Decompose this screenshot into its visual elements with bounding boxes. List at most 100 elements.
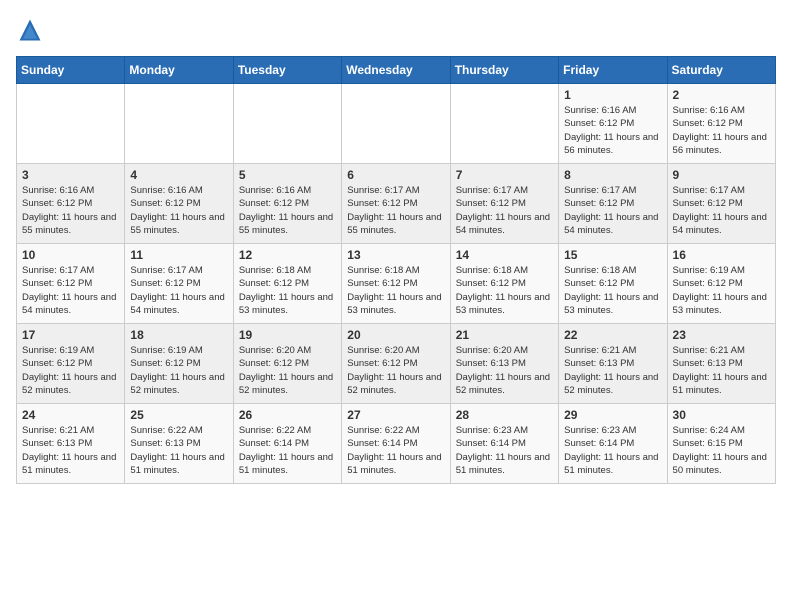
day-info: Sunrise: 6:22 AM Sunset: 6:13 PM Dayligh… xyxy=(130,424,227,477)
day-info: Sunrise: 6:18 AM Sunset: 6:12 PM Dayligh… xyxy=(456,264,553,317)
day-number: 20 xyxy=(347,328,444,342)
day-info: Sunrise: 6:22 AM Sunset: 6:14 PM Dayligh… xyxy=(347,424,444,477)
day-info: Sunrise: 6:19 AM Sunset: 6:12 PM Dayligh… xyxy=(130,344,227,397)
day-number: 30 xyxy=(673,408,770,422)
calendar-cell: 19 Sunrise: 6:20 AM Sunset: 6:12 PM Dayli… xyxy=(233,324,341,404)
day-info: Sunrise: 6:17 AM Sunset: 6:12 PM Dayligh… xyxy=(347,184,444,237)
calendar-cell: 12 Sunrise: 6:18 AM Sunset: 6:12 PM Dayli… xyxy=(233,244,341,324)
day-number: 17 xyxy=(22,328,119,342)
day-info: Sunrise: 6:21 AM Sunset: 6:13 PM Dayligh… xyxy=(22,424,119,477)
calendar-cell xyxy=(233,84,341,164)
day-info: Sunrise: 6:18 AM Sunset: 6:12 PM Dayligh… xyxy=(347,264,444,317)
calendar-cell xyxy=(450,84,558,164)
day-number: 28 xyxy=(456,408,553,422)
day-number: 2 xyxy=(673,88,770,102)
day-info: Sunrise: 6:17 AM Sunset: 6:12 PM Dayligh… xyxy=(130,264,227,317)
weekday-header: Sunday xyxy=(17,57,125,84)
day-info: Sunrise: 6:23 AM Sunset: 6:14 PM Dayligh… xyxy=(456,424,553,477)
calendar-cell: 21 Sunrise: 6:20 AM Sunset: 6:13 PM Dayli… xyxy=(450,324,558,404)
day-info: Sunrise: 6:22 AM Sunset: 6:14 PM Dayligh… xyxy=(239,424,336,477)
day-number: 7 xyxy=(456,168,553,182)
logo-icon xyxy=(16,16,44,44)
calendar-cell: 4 Sunrise: 6:16 AM Sunset: 6:12 PM Daylig… xyxy=(125,164,233,244)
day-number: 18 xyxy=(130,328,227,342)
day-info: Sunrise: 6:23 AM Sunset: 6:14 PM Dayligh… xyxy=(564,424,661,477)
calendar-cell: 24 Sunrise: 6:21 AM Sunset: 6:13 PM Dayli… xyxy=(17,404,125,484)
calendar-table: SundayMondayTuesdayWednesdayThursdayFrid… xyxy=(16,56,776,484)
calendar-cell xyxy=(125,84,233,164)
day-number: 8 xyxy=(564,168,661,182)
day-info: Sunrise: 6:17 AM Sunset: 6:12 PM Dayligh… xyxy=(22,264,119,317)
day-info: Sunrise: 6:20 AM Sunset: 6:13 PM Dayligh… xyxy=(456,344,553,397)
calendar-cell: 17 Sunrise: 6:19 AM Sunset: 6:12 PM Dayli… xyxy=(17,324,125,404)
calendar-cell: 18 Sunrise: 6:19 AM Sunset: 6:12 PM Dayli… xyxy=(125,324,233,404)
calendar-cell: 27 Sunrise: 6:22 AM Sunset: 6:14 PM Dayli… xyxy=(342,404,450,484)
day-number: 16 xyxy=(673,248,770,262)
day-number: 14 xyxy=(456,248,553,262)
calendar-week-row: 17 Sunrise: 6:19 AM Sunset: 6:12 PM Dayli… xyxy=(17,324,776,404)
day-info: Sunrise: 6:20 AM Sunset: 6:12 PM Dayligh… xyxy=(239,344,336,397)
calendar-cell: 2Sunrise: 6:16 AM Sunset: 6:12 PM Daylig… xyxy=(667,84,775,164)
day-number: 9 xyxy=(673,168,770,182)
calendar-cell: 13Sunrise: 6:18 AM Sunset: 6:12 PM Dayli… xyxy=(342,244,450,324)
day-info: Sunrise: 6:19 AM Sunset: 6:12 PM Dayligh… xyxy=(673,264,770,317)
day-number: 21 xyxy=(456,328,553,342)
day-number: 15 xyxy=(564,248,661,262)
day-info: Sunrise: 6:19 AM Sunset: 6:12 PM Dayligh… xyxy=(22,344,119,397)
calendar-cell: 26 Sunrise: 6:22 AM Sunset: 6:14 PM Dayli… xyxy=(233,404,341,484)
logo xyxy=(16,16,48,44)
day-info: Sunrise: 6:18 AM Sunset: 6:12 PM Dayligh… xyxy=(564,264,661,317)
calendar-cell: 25 Sunrise: 6:22 AM Sunset: 6:13 PM Dayli… xyxy=(125,404,233,484)
calendar-week-row: 10 Sunrise: 6:17 AM Sunset: 6:12 PM Dayli… xyxy=(17,244,776,324)
day-number: 24 xyxy=(22,408,119,422)
weekday-header: Thursday xyxy=(450,57,558,84)
day-number: 3 xyxy=(22,168,119,182)
day-number: 22 xyxy=(564,328,661,342)
day-info: Sunrise: 6:17 AM Sunset: 6:12 PM Dayligh… xyxy=(564,184,661,237)
weekday-header: Friday xyxy=(559,57,667,84)
day-info: Sunrise: 6:17 AM Sunset: 6:12 PM Dayligh… xyxy=(456,184,553,237)
day-info: Sunrise: 6:18 AM Sunset: 6:12 PM Dayligh… xyxy=(239,264,336,317)
day-number: 4 xyxy=(130,168,227,182)
calendar-header: SundayMondayTuesdayWednesdayThursdayFrid… xyxy=(17,57,776,84)
day-number: 26 xyxy=(239,408,336,422)
calendar-cell: 8 Sunrise: 6:17 AM Sunset: 6:12 PM Daylig… xyxy=(559,164,667,244)
day-info: Sunrise: 6:21 AM Sunset: 6:13 PM Dayligh… xyxy=(564,344,661,397)
calendar-cell: 15 Sunrise: 6:18 AM Sunset: 6:12 PM Dayli… xyxy=(559,244,667,324)
calendar-cell: 14 Sunrise: 6:18 AM Sunset: 6:12 PM Dayli… xyxy=(450,244,558,324)
day-info: Sunrise: 6:21 AM Sunset: 6:13 PM Dayligh… xyxy=(673,344,770,397)
day-info: Sunrise: 6:20 AM Sunset: 6:12 PM Dayligh… xyxy=(347,344,444,397)
calendar-cell: 23 Sunrise: 6:21 AM Sunset: 6:13 PM Dayli… xyxy=(667,324,775,404)
calendar-body: 1 Sunrise: 6:16 AM Sunset: 6:12 PM Daylig… xyxy=(17,84,776,484)
calendar-cell: 1 Sunrise: 6:16 AM Sunset: 6:12 PM Daylig… xyxy=(559,84,667,164)
calendar-cell xyxy=(342,84,450,164)
calendar-cell: 20 Sunrise: 6:20 AM Sunset: 6:12 PM Dayli… xyxy=(342,324,450,404)
day-number: 12 xyxy=(239,248,336,262)
calendar-cell: 16 Sunrise: 6:19 AM Sunset: 6:12 PM Dayli… xyxy=(667,244,775,324)
calendar-cell: 10 Sunrise: 6:17 AM Sunset: 6:12 PM Dayli… xyxy=(17,244,125,324)
day-info: Sunrise: 6:16 AM Sunset: 6:12 PM Dayligh… xyxy=(130,184,227,237)
day-number: 1 xyxy=(564,88,661,102)
calendar-week-row: 24 Sunrise: 6:21 AM Sunset: 6:13 PM Dayli… xyxy=(17,404,776,484)
weekday-header: Tuesday xyxy=(233,57,341,84)
day-info: Sunrise: 6:16 AM Sunset: 6:12 PM Dayligh… xyxy=(22,184,119,237)
calendar-cell: 3 Sunrise: 6:16 AM Sunset: 6:12 PM Daylig… xyxy=(17,164,125,244)
calendar-week-row: 3 Sunrise: 6:16 AM Sunset: 6:12 PM Daylig… xyxy=(17,164,776,244)
weekday-header: Monday xyxy=(125,57,233,84)
calendar-cell: 22 Sunrise: 6:21 AM Sunset: 6:13 PM Dayli… xyxy=(559,324,667,404)
day-number: 29 xyxy=(564,408,661,422)
day-number: 23 xyxy=(673,328,770,342)
calendar-cell xyxy=(17,84,125,164)
day-number: 19 xyxy=(239,328,336,342)
calendar-cell: 5Sunrise: 6:16 AM Sunset: 6:12 PM Daylig… xyxy=(233,164,341,244)
day-number: 10 xyxy=(22,248,119,262)
weekday-header: Wednesday xyxy=(342,57,450,84)
calendar-cell: 7 Sunrise: 6:17 AM Sunset: 6:12 PM Daylig… xyxy=(450,164,558,244)
day-number: 25 xyxy=(130,408,227,422)
day-info: Sunrise: 6:16 AM Sunset: 6:12 PM Dayligh… xyxy=(564,104,661,157)
day-number: 11 xyxy=(130,248,227,262)
weekday-header: Saturday xyxy=(667,57,775,84)
day-number: 6 xyxy=(347,168,444,182)
day-number: 27 xyxy=(347,408,444,422)
calendar-cell: 29 Sunrise: 6:23 AM Sunset: 6:14 PM Dayli… xyxy=(559,404,667,484)
